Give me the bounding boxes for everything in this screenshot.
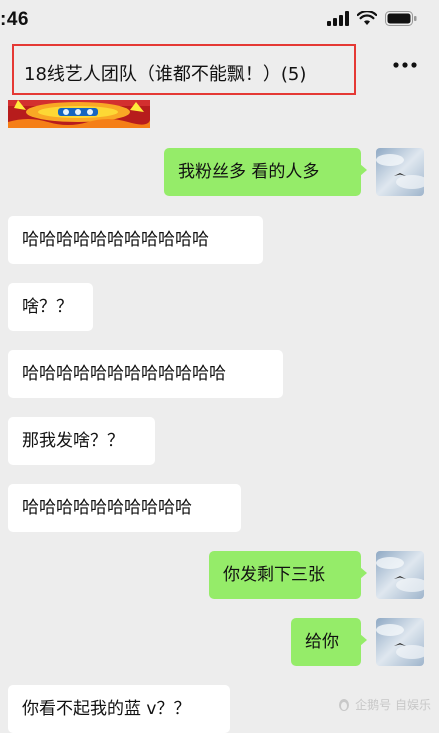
message-text: 我粉丝多 看的人多 (178, 162, 320, 182)
watermark: 企鹅号 自娱乐 (337, 696, 431, 713)
message-text: 哈哈哈哈哈哈哈哈哈哈 (22, 498, 192, 518)
message-text: 你发剩下三张 (223, 565, 325, 585)
battery-icon (385, 11, 417, 26)
message-bubble-self[interactable]: 你发剩下三张 (209, 551, 367, 599)
chat-title-highlight: 18线艺人团队（谁都不能飘！）(5) (12, 44, 356, 95)
message-bubble-other[interactable]: 哈哈哈哈哈哈哈哈哈哈哈哈 (8, 350, 283, 398)
avatar-image (376, 551, 424, 599)
message-text: 啥？？ (22, 297, 73, 317)
message-text: 那我发啥？？ (22, 431, 124, 451)
more-options-icon[interactable] (393, 62, 417, 68)
avatar[interactable] (376, 551, 424, 599)
message-bubble-other[interactable]: 你看不起我的蓝 v？？ (8, 685, 230, 733)
message-bubble-other[interactable]: 哈哈哈哈哈哈哈哈哈哈 (8, 484, 241, 532)
message-text: 哈哈哈哈哈哈哈哈哈哈哈 (22, 230, 209, 250)
avatar-image (376, 618, 424, 666)
message-text: 你看不起我的蓝 v？？ (22, 699, 191, 719)
avatar[interactable] (376, 148, 424, 196)
status-bar: :46 (0, 0, 439, 42)
chat-title[interactable]: 18线艺人团队（谁都不能飘！）(5) (24, 60, 306, 86)
message-bubble-other[interactable]: 啥？？ (8, 283, 93, 331)
message-text: 给你 (305, 632, 339, 652)
wifi-icon (357, 11, 377, 25)
message-bubble-other[interactable]: 那我发啥？？ (8, 417, 155, 465)
avatar[interactable] (376, 618, 424, 666)
watermark-text: 企鹅号 自娱乐 (355, 698, 431, 712)
sticker-image[interactable] (8, 100, 150, 128)
message-bubble-self[interactable]: 给你 (291, 618, 367, 666)
message-text: 哈哈哈哈哈哈哈哈哈哈哈哈 (22, 364, 226, 384)
status-icons (327, 11, 417, 26)
penguin-logo-icon (339, 698, 350, 711)
status-time: :46 (0, 9, 29, 30)
message-bubble-other[interactable]: 哈哈哈哈哈哈哈哈哈哈哈 (8, 216, 263, 264)
message-bubble-self[interactable]: 我粉丝多 看的人多 (164, 148, 367, 196)
chat-header: 18线艺人团队（谁都不能飘！）(5) (0, 42, 439, 100)
signal-icon (327, 11, 349, 26)
avatar-image (376, 148, 424, 196)
